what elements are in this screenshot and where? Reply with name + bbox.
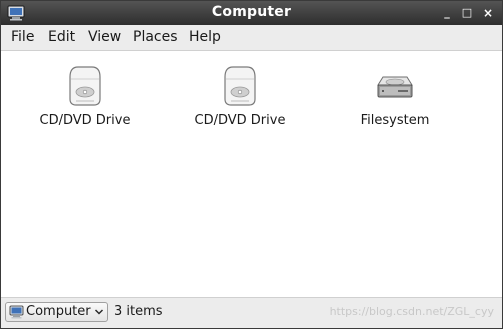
menu-file[interactable]: File: [11, 29, 34, 45]
menu-edit[interactable]: Edit: [48, 29, 75, 45]
menu-bar: File Edit View Places Help: [1, 25, 502, 51]
menu-places[interactable]: Places: [133, 29, 178, 45]
title-bar[interactable]: Computer _ □ ×: [1, 1, 502, 25]
location-value: Computer: [26, 304, 91, 319]
item-label: Filesystem: [360, 113, 430, 128]
menu-help[interactable]: Help: [189, 29, 221, 45]
status-bar: Computer 3 items https://blog.csdn.net/Z…: [1, 297, 502, 328]
watermark: https://blog.csdn.net/ZGL_cyy: [329, 305, 494, 318]
cd-dvd-drive-icon: [224, 66, 256, 106]
icon-view[interactable]: CD/DVD Drive CD/DVD Drive Filesystem: [1, 51, 502, 298]
location-dropdown[interactable]: Computer: [5, 302, 108, 322]
filesystem-item[interactable]: Filesystem: [330, 63, 460, 128]
cd-dvd-drive-item[interactable]: CD/DVD Drive: [20, 63, 150, 128]
cd-dvd-drive-item[interactable]: CD/DVD Drive: [175, 63, 305, 128]
close-button[interactable]: ×: [480, 5, 496, 21]
item-label: CD/DVD Drive: [39, 113, 131, 128]
item-label: CD/DVD Drive: [194, 113, 286, 128]
window-title: Computer: [211, 4, 292, 20]
cd-dvd-drive-icon: [69, 66, 101, 106]
maximize-button[interactable]: □: [459, 5, 475, 21]
item-count: 3 items: [114, 304, 163, 319]
computer-icon: [9, 305, 24, 319]
file-manager-window: Computer _ □ × File Edit View Places Hel…: [0, 0, 503, 329]
minimize-button[interactable]: _: [439, 5, 455, 21]
menu-view[interactable]: View: [88, 29, 121, 45]
chevron-down-icon: [94, 309, 104, 315]
hard-disk-icon: [377, 76, 413, 98]
